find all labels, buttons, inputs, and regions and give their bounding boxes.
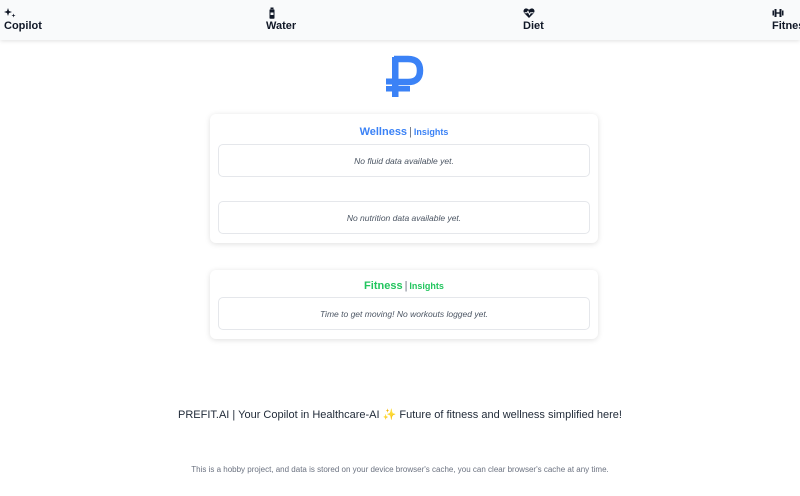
- tagline-text-after: Future of fitness and wellness simplifie…: [399, 409, 622, 421]
- water-bottle-icon: [266, 7, 278, 19]
- nav-label-copilot: Copilot: [4, 20, 42, 32]
- nav-item-fitness[interactable]: Fitness: [772, 7, 800, 32]
- wellness-subtitle: Insights: [413, 127, 449, 137]
- nav-label-fitness: Fitness: [772, 20, 800, 32]
- ruble-p-logo-icon: [384, 55, 424, 99]
- nav-item-water[interactable]: Water: [266, 7, 296, 32]
- footer-tagline: PREFIT.AI | Your Copilot in Healthcare-A…: [0, 408, 800, 421]
- nav-label-water: Water: [266, 20, 297, 32]
- footer-disclaimer: This is a hobby project, and data is sto…: [191, 465, 609, 474]
- fitness-card-title: Fitness | Insights: [210, 280, 598, 292]
- wellness-title: Wellness: [359, 126, 408, 138]
- top-navigation: Copilot Water Diet Fitness: [0, 0, 800, 40]
- sparkle-emoji-icon: ✨: [382, 409, 397, 421]
- wellness-title-separator: |: [409, 126, 412, 138]
- fitness-title-separator: |: [404, 280, 408, 292]
- wellness-card-title: Wellness | Insights: [210, 126, 598, 138]
- wellness-insights-card: Wellness | Insights No fluid data availabl…: [210, 114, 598, 243]
- nav-item-diet[interactable]: Diet: [523, 7, 544, 32]
- fitness-subtitle: Insights: [409, 281, 444, 291]
- nav-item-copilot[interactable]: Copilot: [4, 7, 42, 32]
- workouts-empty-state: Time to get moving! No workouts logged y…: [218, 297, 590, 330]
- nav-label-diet: Diet: [523, 20, 544, 32]
- sparkle-icon: [4, 7, 16, 19]
- fitness-title: Fitness: [364, 280, 403, 292]
- nutrition-empty-state: No nutrition data available yet.: [218, 201, 590, 234]
- fitness-insights-card: Fitness | Insights Time to get moving! No …: [210, 270, 598, 339]
- tagline-text-before: PREFIT.AI | Your Copilot in Healthcare-A…: [178, 409, 380, 421]
- fluid-empty-state: No fluid data available yet.: [218, 144, 590, 177]
- heart-pulse-icon: [523, 7, 535, 19]
- dumbbell-icon: [772, 7, 784, 19]
